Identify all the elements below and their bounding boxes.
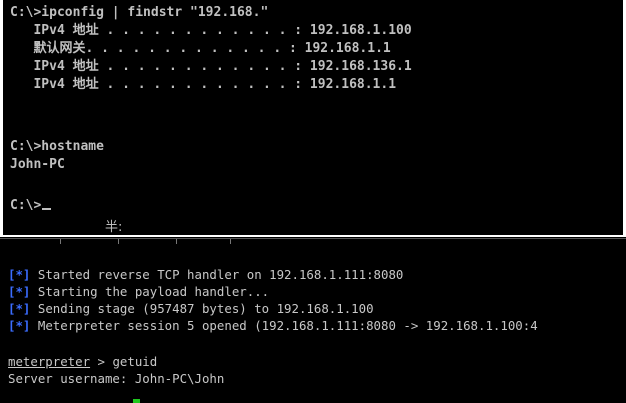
term-line-payload: [*] Starting the payload handler... [8, 283, 269, 300]
meterpreter-command: > getuid [90, 354, 158, 369]
info-tag: [*] [8, 318, 31, 333]
term-text: Meterpreter session 5 opened (192.168.1.… [37, 318, 538, 333]
ruler-tick [230, 239, 231, 244]
term-line-handler: [*] Started reverse TCP handler on 192.1… [8, 266, 403, 283]
scroll-ruler [0, 237, 626, 249]
cmd-line-gateway: 默认网关. . . . . . . . . . . . . : 192.168.… [10, 41, 391, 56]
cmd-prompt: C:\> [10, 198, 42, 213]
cmd-line-ipv4-3: IPv4 地址 . . . . . . . . . . . . : 192.16… [10, 77, 397, 92]
cmd-line-hostname-output: John-PC [10, 157, 65, 172]
meterpreter-prompt-line: meterpreter > getuid [8, 353, 157, 370]
cmd-line-hostname: C:\>hostname [10, 139, 104, 154]
term-text: Sending stage (957487 bytes) to 192.168.… [37, 301, 374, 316]
info-tag: [*] [8, 267, 31, 282]
ime-indicator: 半: [105, 220, 123, 235]
cmd-cursor [42, 208, 52, 210]
meterpreter-prompt-label: meterpreter [8, 354, 91, 369]
cmd-line-ipv4-1: IPv4 地址 . . . . . . . . . . . . : 192.16… [10, 23, 412, 38]
meterpreter-terminal[interactable]: [*] Started reverse TCP handler on 192.1… [0, 249, 626, 403]
terminal-cursor [133, 399, 140, 403]
info-tag: [*] [8, 301, 31, 316]
ruler-tick [176, 239, 177, 244]
ruler-bar [0, 238, 626, 239]
ruler-tick [60, 239, 61, 244]
getuid-result: Server username: John-PC\John [8, 371, 225, 386]
cmd-prompt-line[interactable]: C:\> [10, 197, 52, 215]
term-line-stage: [*] Sending stage (957487 bytes) to 192.… [8, 300, 374, 317]
info-tag: [*] [8, 284, 31, 299]
ruler-tick [118, 239, 119, 244]
cmd-line-ipconfig: C:\>ipconfig | findstr "192.168." [10, 5, 269, 20]
cmd-window: C:\>ipconfig | findstr "192.168." IPv4 地… [3, 0, 623, 235]
cmd-line-ipv4-2: IPv4 地址 . . . . . . . . . . . . : 192.16… [10, 59, 412, 74]
term-text: Started reverse TCP handler on 192.168.1… [37, 267, 404, 282]
term-text: Starting the payload handler... [37, 284, 270, 299]
term-line-session: [*] Meterpreter session 5 opened (192.16… [8, 317, 538, 334]
